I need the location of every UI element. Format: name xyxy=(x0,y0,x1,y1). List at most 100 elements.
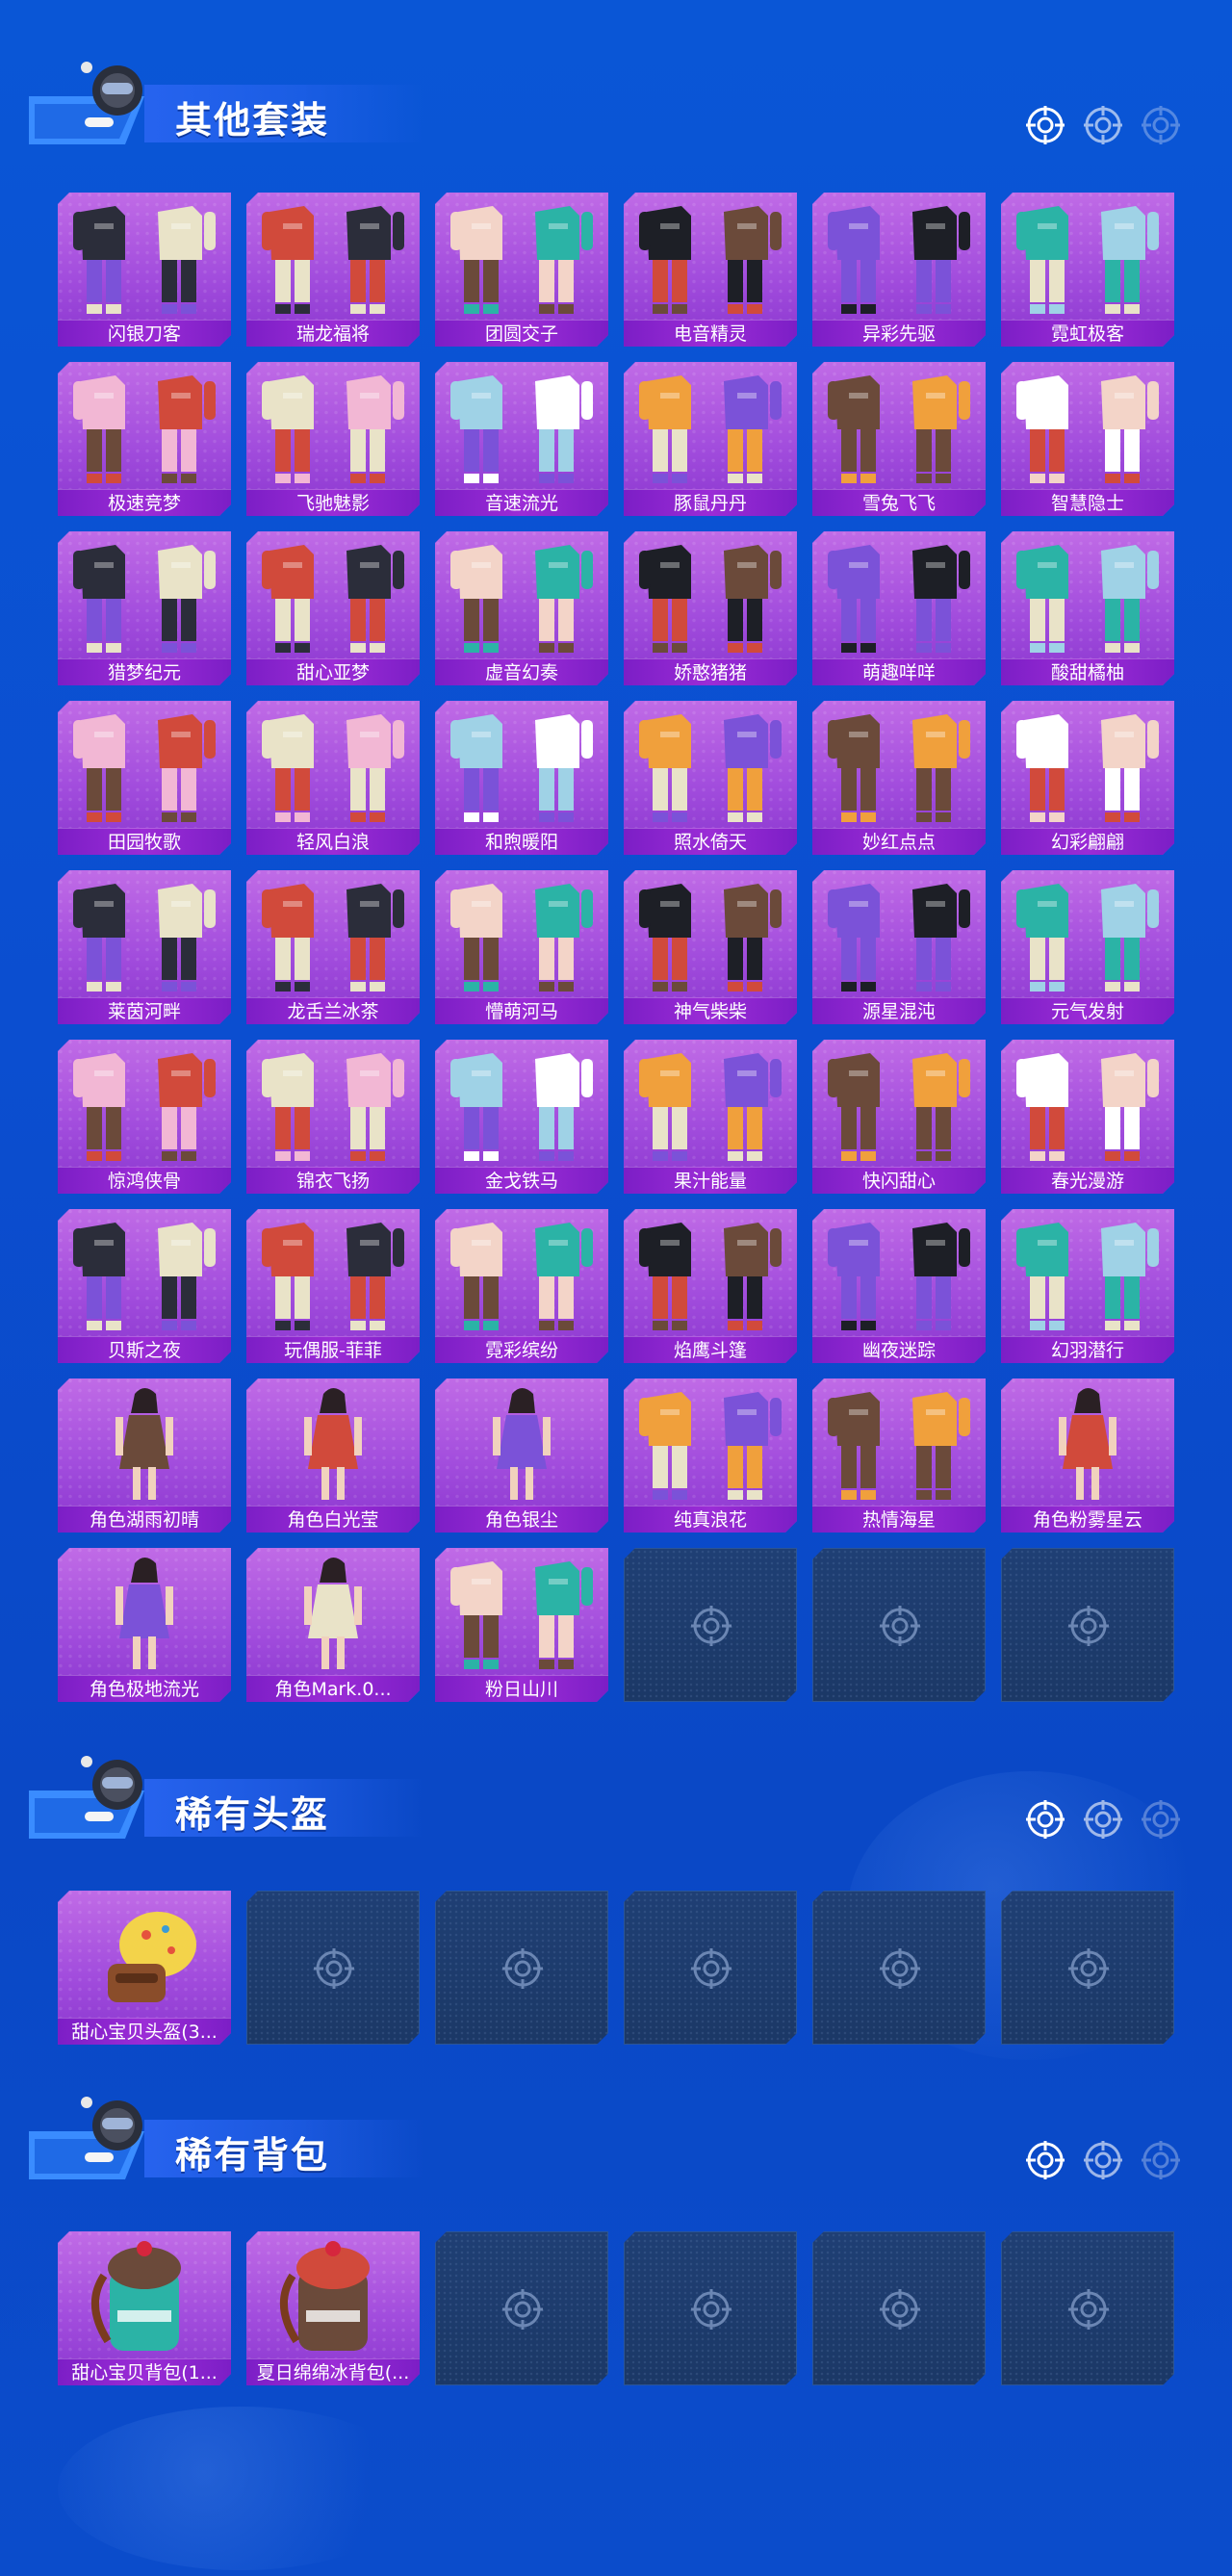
item-name: 元气发射 xyxy=(1001,997,1174,1024)
item-name: 豚鼠丹丹 xyxy=(624,489,797,516)
item-card[interactable]: 瑞龙福将 xyxy=(246,193,420,347)
outfit-icon xyxy=(1009,368,1167,487)
item-card[interactable]: 霓彩缤纷 xyxy=(435,1209,608,1363)
item-card[interactable]: 夏日绵绵冰背包(... xyxy=(246,2231,420,2385)
item-card[interactable]: 甜心宝贝头盔(3... xyxy=(58,1891,231,2045)
item-card[interactable]: 和煦暖阳 xyxy=(435,701,608,855)
item-card[interactable]: 角色银尘 xyxy=(435,1378,608,1533)
item-card[interactable]: 果汁能量 xyxy=(624,1040,797,1194)
item-name: 雪兔飞飞 xyxy=(812,489,986,516)
item-name: 娇憨猪猪 xyxy=(624,658,797,685)
item-card[interactable]: 照水倚天 xyxy=(624,701,797,855)
item-card[interactable]: 角色粉雾星云 xyxy=(1001,1378,1174,1533)
item-name: 虚音幻奏 xyxy=(435,658,608,685)
item-card[interactable]: 角色湖雨初晴 xyxy=(58,1378,231,1533)
item-card[interactable]: 莱茵河畔 xyxy=(58,870,231,1024)
item-card[interactable]: 快闪甜心 xyxy=(812,1040,986,1194)
item-name: 霓虹极客 xyxy=(1001,320,1174,347)
item-name: 惊鸿侠骨 xyxy=(58,1167,231,1194)
section-header: 稀有头盔 xyxy=(0,1752,1232,1848)
outfit-icon xyxy=(254,876,412,995)
item-card[interactable]: 甜心宝贝背包(1... xyxy=(58,2231,231,2385)
item-card[interactable]: 贝斯之夜 xyxy=(58,1209,231,1363)
item-card[interactable]: 角色白光莹 xyxy=(246,1378,420,1533)
item-card[interactable]: 源星混沌 xyxy=(812,870,986,1024)
item-card[interactable]: 闪银刀客 xyxy=(58,193,231,347)
outfit-icon xyxy=(65,707,223,826)
item-card[interactable]: 团圆交子 xyxy=(435,193,608,347)
item-card[interactable]: 热情海星 xyxy=(812,1378,986,1533)
outfit-icon xyxy=(443,876,601,995)
outfit-icon xyxy=(631,537,789,657)
item-card[interactable]: 甜心亚梦 xyxy=(246,531,420,685)
item-card[interactable]: 音速流光 xyxy=(435,362,608,516)
mascot-icon xyxy=(29,2097,144,2179)
target-icon xyxy=(1142,2141,1180,2179)
item-name: 酸甜橘柚 xyxy=(1001,658,1174,685)
empty-item-slot xyxy=(812,2231,986,2385)
item-card[interactable]: 懵萌河马 xyxy=(435,870,608,1024)
item-name: 春光漫游 xyxy=(1001,1167,1174,1194)
item-card[interactable]: 幽夜迷踪 xyxy=(812,1209,986,1363)
item-card[interactable]: 猎梦纪元 xyxy=(58,531,231,685)
section-rare-backpacks: 稀有背包 甜心宝贝背包(1... 夏日绵绵冰背包(... xyxy=(0,2093,1232,2189)
section-title: 稀有背包 xyxy=(175,2134,330,2177)
item-card[interactable]: 萌趣咩咩 xyxy=(812,531,986,685)
item-card[interactable]: 春光漫游 xyxy=(1001,1040,1174,1194)
outfit-icon xyxy=(1009,1045,1167,1165)
empty-slot-target-icon xyxy=(688,1603,734,1649)
item-card[interactable]: 金戈铁马 xyxy=(435,1040,608,1194)
outfit-icon xyxy=(443,1554,601,1673)
item-card[interactable]: 飞驰魅影 xyxy=(246,362,420,516)
outfit-icon xyxy=(1009,707,1167,826)
character-icon xyxy=(443,1384,601,1504)
item-card[interactable]: 异彩先驱 xyxy=(812,193,986,347)
empty-slot-target-icon xyxy=(877,1945,923,1992)
item-card[interactable]: 智慧隐士 xyxy=(1001,362,1174,516)
item-card[interactable]: 角色极地流光 xyxy=(58,1548,231,1702)
item-name: 瑞龙福将 xyxy=(246,320,420,347)
item-name: 金戈铁马 xyxy=(435,1167,608,1194)
item-name: 妙红点点 xyxy=(812,828,986,855)
outfit-icon xyxy=(254,198,412,318)
item-card[interactable]: 幻羽潜行 xyxy=(1001,1209,1174,1363)
item-card[interactable]: 龙舌兰冰茶 xyxy=(246,870,420,1024)
item-card[interactable]: 轻风白浪 xyxy=(246,701,420,855)
item-card[interactable]: 酸甜橘柚 xyxy=(1001,531,1174,685)
empty-slot-target-icon xyxy=(877,1603,923,1649)
item-card[interactable]: 神气柴柴 xyxy=(624,870,797,1024)
section-decor-icons xyxy=(1024,104,1182,146)
item-card[interactable]: 焰鹰斗篷 xyxy=(624,1209,797,1363)
item-card[interactable]: 玩偶服-菲菲 xyxy=(246,1209,420,1363)
item-card[interactable]: 豚鼠丹丹 xyxy=(624,362,797,516)
outfit-icon xyxy=(631,198,789,318)
item-name: 甜心亚梦 xyxy=(246,658,420,685)
item-card[interactable]: 妙红点点 xyxy=(812,701,986,855)
item-name: 角色极地流光 xyxy=(58,1675,231,1702)
item-card[interactable]: 惊鸿侠骨 xyxy=(58,1040,231,1194)
item-card[interactable]: 极速竞梦 xyxy=(58,362,231,516)
outfit-icon xyxy=(820,1045,978,1165)
item-name: 果汁能量 xyxy=(624,1167,797,1194)
outfit-icon xyxy=(65,537,223,657)
item-card[interactable]: 虚音幻奏 xyxy=(435,531,608,685)
item-card[interactable]: 锦衣飞扬 xyxy=(246,1040,420,1194)
outfit-icon xyxy=(1009,1215,1167,1334)
item-card[interactable]: 田园牧歌 xyxy=(58,701,231,855)
item-name: 纯真浪花 xyxy=(624,1506,797,1533)
item-name: 电音精灵 xyxy=(624,320,797,347)
target-icon xyxy=(1084,106,1122,144)
item-card[interactable]: 纯真浪花 xyxy=(624,1378,797,1533)
target-icon xyxy=(1026,1800,1065,1839)
item-card[interactable]: 雪兔飞飞 xyxy=(812,362,986,516)
section-other-outfits: 其他套装 闪银刀客 瑞龙福将 团圆交子 电音精灵 异彩先驱 霓虹极客 极速竞梦 … xyxy=(0,58,1232,154)
item-card[interactable]: 幻彩翩翩 xyxy=(1001,701,1174,855)
item-card[interactable]: 娇憨猪猪 xyxy=(624,531,797,685)
item-card[interactable]: 角色Mark.0... xyxy=(246,1548,420,1702)
item-card[interactable]: 电音精灵 xyxy=(624,193,797,347)
item-card[interactable]: 粉日山川 xyxy=(435,1548,608,1702)
outfit-icon xyxy=(1009,537,1167,657)
item-card[interactable]: 元气发射 xyxy=(1001,870,1174,1024)
item-name: 轻风白浪 xyxy=(246,828,420,855)
item-card[interactable]: 霓虹极客 xyxy=(1001,193,1174,347)
